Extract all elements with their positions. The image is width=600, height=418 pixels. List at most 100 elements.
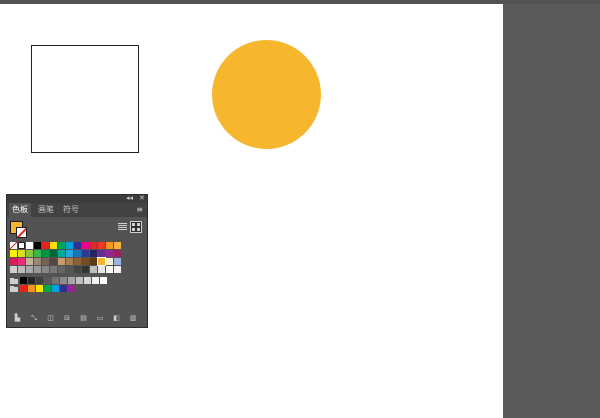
swatch[interactable] — [74, 250, 81, 257]
swatch[interactable] — [26, 242, 33, 249]
swatch[interactable] — [114, 266, 121, 273]
new-folder-icon[interactable]: ▭ — [96, 314, 105, 323]
swatch[interactable] — [114, 242, 121, 249]
swatch[interactable] — [98, 266, 105, 273]
panel-menu-icon[interactable]: ≡ — [136, 205, 143, 215]
swatch[interactable] — [10, 266, 17, 273]
swatch[interactable] — [34, 266, 41, 273]
swatch[interactable] — [68, 285, 75, 292]
swatch-libraries-icon[interactable]: ▙ — [13, 314, 22, 323]
swatch[interactable] — [50, 266, 57, 273]
swatch[interactable] — [90, 258, 97, 265]
swatch-kind-icon[interactable]: ◫ — [46, 314, 55, 323]
swatch[interactable] — [58, 258, 65, 265]
swatch[interactable] — [42, 250, 49, 257]
swatch[interactable] — [90, 250, 97, 257]
swatch-options-icon[interactable]: ⊟ — [63, 314, 72, 323]
swatch[interactable] — [106, 258, 113, 265]
swatch[interactable] — [106, 242, 113, 249]
swatch-row — [10, 277, 108, 284]
swatch[interactable] — [34, 250, 41, 257]
swatch[interactable] — [42, 242, 49, 249]
swatch[interactable] — [52, 277, 59, 284]
tab-symbols[interactable]: 符号 — [60, 203, 82, 217]
panel-bottom-toolbar: ▙ ⤡ ◫ ⊟ ▤ ▭ ◧ ▥ — [7, 314, 147, 326]
collapse-icon[interactable]: ◂◂ — [126, 193, 133, 203]
swatch[interactable] — [58, 250, 65, 257]
swatch[interactable] — [34, 242, 41, 249]
close-icon[interactable]: ✕ — [139, 193, 145, 203]
new-color-group-icon[interactable]: ▤ — [79, 314, 88, 323]
swatch[interactable] — [36, 277, 43, 284]
swatch[interactable] — [68, 277, 75, 284]
color-group-folder-icon[interactable] — [10, 277, 18, 284]
swatch-registration[interactable] — [18, 242, 25, 249]
swatch[interactable] — [106, 266, 113, 273]
swatch[interactable] — [97, 257, 106, 266]
tab-swatches[interactable]: 色板 — [9, 203, 31, 217]
swatch[interactable] — [92, 277, 99, 284]
swatch[interactable] — [66, 266, 73, 273]
swatch[interactable] — [98, 250, 105, 257]
swatch[interactable] — [20, 285, 27, 292]
swatch[interactable] — [18, 266, 25, 273]
swatch[interactable] — [74, 242, 81, 249]
swatch[interactable] — [74, 266, 81, 273]
swatch[interactable] — [10, 258, 17, 265]
swatch[interactable] — [18, 258, 25, 265]
tab-brushes[interactable]: 画笔 — [35, 203, 57, 217]
swatch[interactable] — [36, 285, 43, 292]
swatch[interactable] — [50, 250, 57, 257]
swatch[interactable] — [74, 258, 81, 265]
swatch[interactable] — [34, 258, 41, 265]
rectangle-shape[interactable] — [31, 45, 139, 153]
stroke-none-swatch[interactable] — [16, 227, 27, 238]
new-swatch-icon[interactable]: ◧ — [112, 314, 121, 323]
swatch[interactable] — [114, 250, 121, 257]
swatch[interactable] — [66, 242, 73, 249]
panel-titlebar[interactable]: ◂◂ ✕ — [7, 193, 147, 203]
fill-stroke-indicator[interactable] — [10, 221, 30, 239]
swatch[interactable] — [58, 266, 65, 273]
swatch[interactable] — [66, 258, 73, 265]
swatch[interactable] — [44, 277, 51, 284]
swatch[interactable] — [28, 277, 35, 284]
swatch[interactable] — [26, 266, 33, 273]
swatch[interactable] — [26, 250, 33, 257]
swatch[interactable] — [82, 250, 89, 257]
swatch[interactable] — [84, 277, 91, 284]
swatch[interactable] — [50, 258, 57, 265]
swatch[interactable] — [82, 242, 89, 249]
swatch[interactable] — [10, 250, 17, 257]
place-swatches-icon[interactable]: ⤡ — [30, 314, 39, 323]
swatch[interactable] — [100, 277, 107, 284]
swatch[interactable] — [114, 258, 121, 265]
swatch[interactable] — [20, 277, 27, 284]
swatch[interactable] — [76, 277, 83, 284]
swatch[interactable] — [90, 242, 97, 249]
delete-icon[interactable]: ▥ — [129, 314, 138, 323]
swatch[interactable] — [44, 285, 51, 292]
swatch[interactable] — [90, 266, 97, 273]
swatch[interactable] — [58, 242, 65, 249]
swatch[interactable] — [28, 285, 35, 292]
swatch[interactable] — [26, 258, 33, 265]
swatch[interactable] — [50, 242, 57, 249]
swatch[interactable] — [60, 285, 67, 292]
thumbnail-view-icon[interactable] — [130, 221, 142, 233]
circle-shape[interactable] — [212, 40, 321, 149]
swatch[interactable] — [82, 266, 89, 273]
swatch[interactable] — [98, 242, 105, 249]
swatch[interactable] — [66, 250, 73, 257]
swatch[interactable] — [42, 266, 49, 273]
swatch[interactable] — [82, 258, 89, 265]
swatch-row — [10, 266, 122, 273]
swatch[interactable] — [60, 277, 67, 284]
swatch[interactable] — [52, 285, 59, 292]
color-group-folder-icon[interactable] — [10, 285, 18, 292]
swatch[interactable] — [106, 250, 113, 257]
list-view-icon[interactable] — [118, 223, 127, 232]
swatch-none[interactable] — [10, 242, 17, 249]
swatch[interactable] — [42, 258, 49, 265]
swatch[interactable] — [18, 250, 25, 257]
